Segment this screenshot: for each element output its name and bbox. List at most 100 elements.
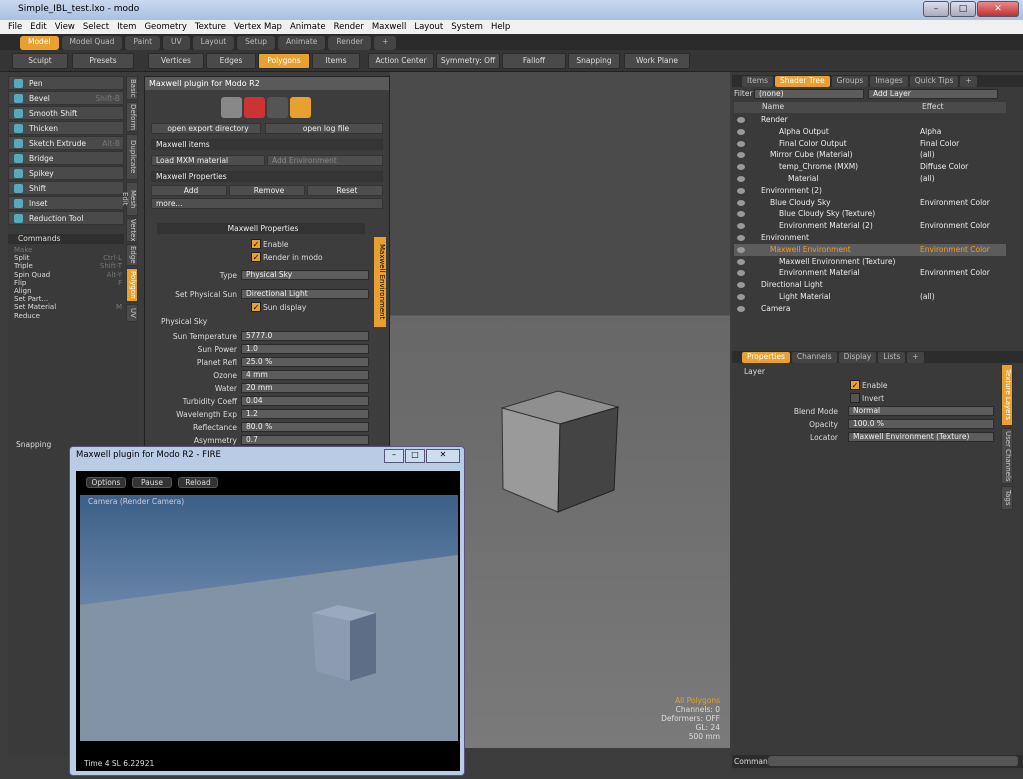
edges-button[interactable]: Edges	[206, 53, 256, 69]
command-triple[interactable]: Triple Shift-T	[8, 262, 128, 270]
eye-icon[interactable]	[737, 152, 745, 159]
right-tab-1[interactable]: Shader Tree	[774, 76, 830, 87]
eye-icon[interactable]	[737, 117, 745, 123]
shader-row[interactable]: Render	[734, 114, 1006, 126]
layout-tab-7[interactable]: Render	[328, 36, 372, 50]
maxwell-environment-tab[interactable]: Maxwell Environment	[374, 237, 386, 327]
presets-button[interactable]: Presets	[72, 53, 134, 69]
action-center-dropdown[interactable]: Action Center	[368, 53, 434, 69]
right-tab-5[interactable]: +	[960, 76, 977, 87]
add-layer-dropdown[interactable]: Add Layer	[868, 89, 998, 99]
close-button[interactable]: ✕	[977, 1, 1019, 17]
reset-button[interactable]: Reset	[307, 185, 383, 196]
eye-icon[interactable]	[737, 246, 745, 253]
add-environment-button[interactable]: Add Environment	[267, 155, 383, 166]
eye-icon[interactable]	[737, 294, 745, 300]
tool-spikey-button[interactable]: Spikey	[8, 166, 124, 180]
command-align[interactable]: Align	[8, 287, 128, 295]
shader-row[interactable]: Blue Cloudy Sky (Texture)	[734, 208, 1006, 220]
open-log-file-button[interactable]: open log file	[265, 123, 383, 134]
material-icon[interactable]	[244, 97, 265, 118]
menu-edit[interactable]: Edit	[30, 22, 46, 34]
tool-inset-button[interactable]: Inset	[8, 196, 124, 210]
shader-row[interactable]: Final Color Output Final Color	[734, 138, 1006, 150]
sun-display-checkbox[interactable]: ✓	[251, 302, 261, 312]
type-dropdown[interactable]: Physical Sky	[241, 270, 369, 280]
fire-maximize-button[interactable]: □	[405, 449, 425, 463]
open-export-directory-button[interactable]: open export directory	[151, 123, 261, 134]
eye-icon[interactable]	[737, 140, 745, 147]
shader-row[interactable]: Material (all)	[734, 173, 1006, 185]
menu-vertex-map[interactable]: Vertex Map	[234, 22, 282, 34]
prop-tab-3[interactable]: Lists	[878, 352, 906, 363]
menu-view[interactable]: View	[55, 22, 75, 34]
field-value-2[interactable]: 25.0 %	[241, 357, 369, 367]
eye-icon[interactable]	[737, 305, 745, 312]
menu-select[interactable]: Select	[83, 22, 109, 34]
sculpt-button[interactable]: Sculpt	[12, 53, 68, 69]
field-value-3[interactable]: 4 mm	[241, 370, 369, 380]
sun-dropdown[interactable]: Directional Light	[241, 289, 369, 299]
menu-file[interactable]: File	[8, 22, 22, 34]
shader-row[interactable]: Camera	[734, 303, 1006, 315]
more-dropdown[interactable]: more...	[151, 198, 383, 209]
side-tab-0[interactable]: Texture Layers	[1001, 364, 1013, 426]
items-button[interactable]: Items	[312, 53, 360, 69]
layer-header[interactable]: Layer	[744, 367, 765, 376]
export-icon[interactable]	[221, 97, 242, 118]
tool-pen-button[interactable]: Pen	[8, 76, 124, 90]
pause-button[interactable]: Pause	[132, 477, 172, 488]
tool-reduction-tool-button[interactable]: Reduction Tool	[8, 211, 124, 225]
shader-row[interactable]: Environment Material Environment Color	[734, 267, 1006, 279]
maximize-button[interactable]: □	[950, 1, 976, 17]
filter-dropdown[interactable]: (none)	[754, 89, 864, 99]
name-column-header[interactable]: Name	[762, 102, 784, 111]
fire-icon[interactable]	[290, 97, 311, 118]
prop-tab-4[interactable]: +	[907, 352, 924, 363]
vtab-duplicate[interactable]: Duplicate	[126, 134, 138, 180]
add-button[interactable]: Add	[151, 185, 227, 196]
shader-row[interactable]: Environment Material (2) Environment Colo…	[734, 220, 1006, 232]
menu-animate[interactable]: Animate	[290, 22, 326, 34]
command-split[interactable]: Split Ctrl-L	[8, 254, 128, 262]
vtab-uv[interactable]: UV	[126, 304, 138, 322]
eye-icon[interactable]	[737, 199, 745, 206]
work-plane-dropdown[interactable]: Work Plane	[624, 53, 690, 69]
opacity-field[interactable]: 100.0 %	[848, 419, 994, 429]
vtab-edge[interactable]: Edge	[126, 244, 138, 266]
load-mxm-button[interactable]: Load MXM material	[151, 155, 265, 166]
blend-mode-dropdown[interactable]: Normal	[848, 406, 994, 416]
menu-maxwell[interactable]: Maxwell	[372, 22, 406, 34]
eye-icon[interactable]	[737, 187, 745, 194]
side-tab-2[interactable]: Tags	[1001, 486, 1013, 510]
minimize-button[interactable]: –	[923, 1, 949, 17]
prop-tab-0[interactable]: Properties	[742, 352, 790, 363]
eye-icon[interactable]	[737, 164, 745, 171]
field-value-7[interactable]: 80.0 %	[241, 422, 369, 432]
layout-tab-0[interactable]: Model	[20, 36, 59, 50]
commands-header[interactable]: Commands	[8, 234, 124, 244]
field-value-6[interactable]: 1.2	[241, 409, 369, 419]
vertices-button[interactable]: Vertices	[148, 53, 204, 69]
vtab-basic[interactable]: Basic	[126, 76, 138, 100]
command-set-part-[interactable]: Set Part...	[8, 295, 128, 303]
fire-minimize-button[interactable]: –	[384, 449, 404, 463]
menu-geometry[interactable]: Geometry	[144, 22, 186, 34]
eye-icon[interactable]	[737, 270, 745, 277]
eye-icon[interactable]	[737, 211, 745, 218]
vtab-mesh-edit[interactable]: Mesh Edit	[121, 182, 138, 216]
prop-tab-1[interactable]: Channels	[791, 352, 837, 363]
field-value-8[interactable]: 0.7	[241, 435, 369, 445]
eye-icon[interactable]	[737, 282, 745, 289]
eye-icon[interactable]	[737, 128, 745, 135]
enable-checkbox[interactable]: ✓	[251, 239, 261, 249]
layout-tab-1[interactable]: Model Quad	[61, 36, 123, 50]
layout-tab-4[interactable]: Layout	[192, 36, 235, 50]
shader-row[interactable]: Maxwell Environment Environment Color	[734, 243, 1006, 256]
reload-button[interactable]: Reload	[178, 477, 218, 488]
layout-tab-6[interactable]: Animate	[277, 36, 326, 50]
tool-bevel-button[interactable]: Bevel Shift-B	[8, 91, 124, 105]
shader-row[interactable]: temp_Chrome (MXM) Diffuse Color	[734, 161, 1006, 173]
field-value-1[interactable]: 1.0	[241, 344, 369, 354]
right-tab-4[interactable]: Quick Tips	[909, 76, 959, 87]
